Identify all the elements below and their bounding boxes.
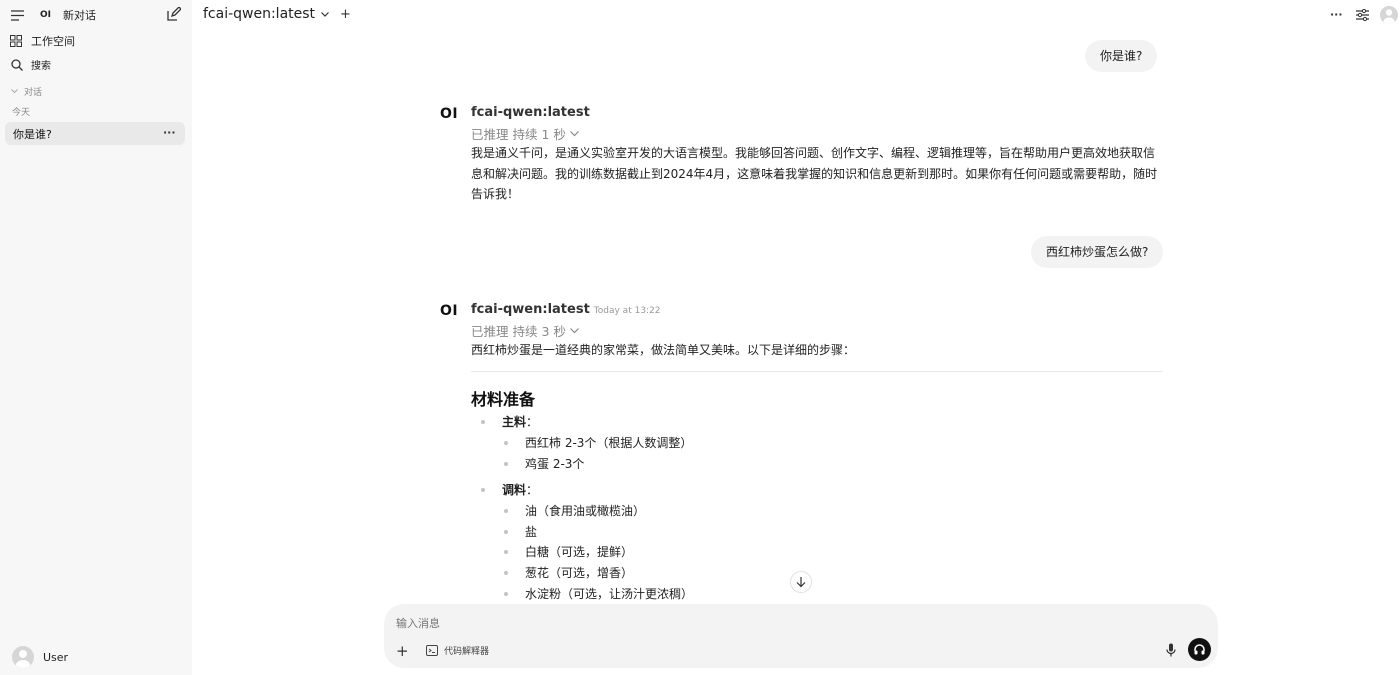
workspace-label: 工作空间 <box>31 35 75 48</box>
code-interpreter-label: 代码解释器 <box>444 647 490 657</box>
list-item-text: 水淀粉（可选，让汤汁更浓稠） <box>525 587 694 601</box>
bullet <box>504 461 508 466</box>
bullet <box>481 487 485 492</box>
bullet <box>504 508 508 513</box>
bullet <box>504 529 508 534</box>
grid-icon <box>10 35 22 47</box>
add-model-icon[interactable]: + <box>340 7 351 22</box>
reasoning-toggle[interactable]: 已推理 持续 1 秒 <box>471 124 579 143</box>
list-item-text: 西红柿 2-3个（根据人数调整） <box>525 436 693 450</box>
sidebar: OI 新对话 工作空间 搜索 对话 今天 你是谁? ··· User <box>0 0 192 675</box>
bullet <box>504 549 508 554</box>
search-label: 搜索 <box>31 61 51 72</box>
list-item: 盐 <box>504 523 537 540</box>
avatar <box>12 646 34 668</box>
sidebar-toggle-icon[interactable] <box>10 8 24 22</box>
bullet <box>481 419 485 424</box>
assistant-message-text: 我是通义千问，是通义实验室开发的大语言模型。我能够回答问题、创作文字、编程、逻辑… <box>471 146 1158 202</box>
model-selector-label: fcai-qwen:latest <box>203 6 316 22</box>
header-avatar[interactable] <box>1380 6 1398 24</box>
model-selector[interactable]: fcai-qwen:latest + <box>203 6 351 22</box>
list-item-text: 油（食用油或橄榄油） <box>525 504 646 518</box>
chevron-down-icon <box>569 130 579 137</box>
code-interpreter-button[interactable]: 代码解释器 <box>426 644 489 657</box>
chevron-down-icon <box>11 89 18 94</box>
assistant-model-name: fcai-qwen:latest <box>471 105 590 120</box>
message-timestamp: Today at 13:22 <box>593 306 661 316</box>
user-menu[interactable]: User <box>12 646 68 668</box>
chevron-down-icon <box>569 327 579 334</box>
scroll-down-icon[interactable] <box>790 571 812 593</box>
edit-icon[interactable] <box>166 7 181 22</box>
voice-mode-icon[interactable] <box>1188 638 1211 661</box>
chevron-down-icon <box>321 11 329 17</box>
section-heading: 材料准备 <box>471 390 536 409</box>
group-label: 调料 <box>502 483 527 497</box>
list-item-text: 白糖（可选，提鲜） <box>525 545 634 559</box>
model-avatar: OI <box>440 303 459 319</box>
list-item: 水淀粉（可选，让汤汁更浓稠） <box>504 585 693 602</box>
more-icon[interactable]: ··· <box>163 126 176 139</box>
list-item: 调料： <box>481 481 538 498</box>
more-icon[interactable]: ··· <box>1330 8 1343 21</box>
controls-icon[interactable] <box>1356 9 1369 21</box>
logo: OI <box>40 10 51 20</box>
bullet <box>504 440 508 445</box>
bullet <box>504 570 508 575</box>
list-item-text: 鸡蛋 2-3个 <box>525 457 585 471</box>
code-icon <box>426 645 438 656</box>
section-label: 对话 <box>24 88 43 98</box>
list-item-text: 盐 <box>525 525 538 539</box>
sidebar-item-workspace[interactable]: 工作空间 <box>10 33 75 49</box>
list-item: 油（食用油或橄榄油） <box>504 502 645 519</box>
model-avatar: OI <box>440 106 459 122</box>
list-item: 白糖（可选，提鲜） <box>504 543 633 560</box>
sidebar-search[interactable]: 搜索 <box>11 57 51 72</box>
list-item-text: 葱花（可选，增香） <box>525 566 634 580</box>
message-composer: + 代码解释器 <box>384 604 1218 668</box>
chat-title: 你是谁? <box>13 128 52 141</box>
list-item: 葱花（可选，增香） <box>504 564 633 581</box>
divider <box>471 371 1163 372</box>
user-message: 你是谁? <box>1085 40 1158 72</box>
plus-icon[interactable]: + <box>396 642 409 660</box>
user-message: 西红柿炒蛋怎么做? <box>1031 236 1164 268</box>
new-chat-button[interactable]: OI 新对话 <box>40 7 96 23</box>
reasoning-label: 已推理 持续 3 秒 <box>471 324 566 339</box>
list-item: 鸡蛋 2-3个 <box>504 455 584 472</box>
search-icon <box>11 58 23 71</box>
sidebar-chat-item[interactable]: 你是谁? ··· <box>5 122 185 145</box>
new-chat-label: 新对话 <box>63 9 96 22</box>
reasoning-label: 已推理 持续 1 秒 <box>471 127 566 142</box>
reasoning-toggle[interactable]: 已推理 持续 3 秒 <box>471 321 579 340</box>
list-item: 主料： <box>481 413 538 430</box>
main-chat-area: fcai-qwen:latest + ··· 你是谁? OI fcai-qwen… <box>192 0 1400 675</box>
group-label: 主料 <box>502 415 527 429</box>
bullet <box>504 591 508 596</box>
message-input[interactable] <box>396 614 1196 632</box>
assistant-model-name: fcai-qwen:latest Today at 13:22 <box>471 302 661 317</box>
chats-section-toggle[interactable]: 对话 <box>11 85 42 98</box>
today-label: 今天 <box>12 108 31 118</box>
assistant-model-label: fcai-qwen:latest <box>471 302 590 317</box>
microphone-icon[interactable] <box>1166 643 1176 657</box>
assistant-intro-text: 西红柿炒蛋是一道经典的家常菜，做法简单又美味。以下是详细的步骤： <box>471 343 856 357</box>
user-name: User <box>43 650 69 664</box>
list-item: 西红柿 2-3个（根据人数调整） <box>504 434 692 451</box>
